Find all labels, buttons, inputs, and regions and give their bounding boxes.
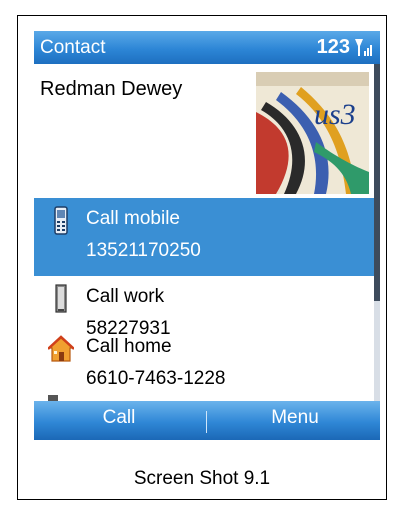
softkey-bar: Call Menu <box>34 401 380 440</box>
work-phone-icon <box>55 284 67 313</box>
input-mode-indicator: 123 <box>316 36 350 58</box>
phone-number: 13521170250 <box>86 240 201 261</box>
call-softkey[interactable]: Call <box>34 407 204 429</box>
softkey-divider <box>206 411 207 433</box>
phone-screen: Contact 123 Redman Dewey us3 Call mobile… <box>34 31 380 440</box>
contact-name: Redman Dewey <box>40 78 183 100</box>
mobile-phone-icon <box>54 206 68 235</box>
action-label: Call home <box>86 336 172 357</box>
home-icon <box>48 335 74 362</box>
action-label: Call work <box>86 286 165 307</box>
contact-header: Redman Dewey us3 <box>34 64 380 198</box>
scrollbar[interactable] <box>374 64 380 401</box>
signal-strength-icon <box>355 39 372 56</box>
screen-title: Contact <box>40 37 106 58</box>
figure-caption: Screen Shot 9.1 <box>133 468 271 489</box>
call-mobile-row[interactable]: Call mobile 13521170250 <box>34 198 374 276</box>
phone-number: 6610-7463-1228 <box>86 368 226 389</box>
call-home-row[interactable]: Call home 6610-7463-1228 <box>34 326 374 404</box>
menu-softkey[interactable]: Menu <box>210 407 380 429</box>
contact-photo: us3 <box>256 72 369 194</box>
scroll-thumb[interactable] <box>374 64 380 301</box>
title-bar: Contact 123 <box>34 31 380 64</box>
svg-text:us3: us3 <box>314 98 356 131</box>
action-label: Call mobile <box>86 208 180 229</box>
